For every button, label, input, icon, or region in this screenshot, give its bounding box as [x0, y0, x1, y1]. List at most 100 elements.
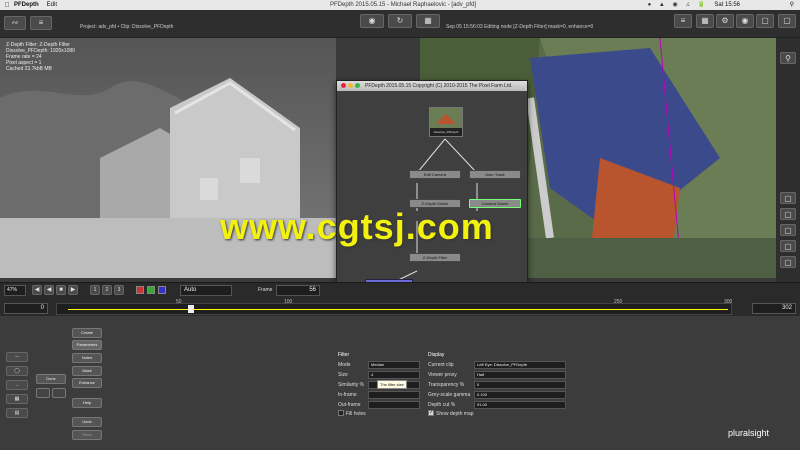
size-field[interactable]: 4 [368, 371, 420, 379]
prev-key-icon[interactable]: ◀ [32, 285, 42, 295]
undo-button[interactable]: Undo [72, 417, 102, 427]
zoom-window-icon[interactable] [355, 83, 360, 88]
view-icon[interactable]: ▢ [780, 208, 796, 220]
fill-holes-checkbox[interactable] [338, 410, 344, 416]
refresh-icon[interactable]: ↻ [388, 14, 412, 28]
clip-label: Project: adv_pfd • Clip: Dissolve_PFDept… [80, 24, 174, 30]
ruler-tick: 250 [614, 299, 623, 305]
size-label: Size [338, 372, 348, 378]
ruler-tick: 100 [284, 299, 293, 305]
pluralsight-logo: pluralsight [728, 428, 770, 438]
node-user-track[interactable]: User Track [469, 170, 521, 179]
zoom-field[interactable]: 47% [4, 285, 26, 296]
red-channel-toggle[interactable] [136, 286, 144, 294]
snapshot-icon[interactable]: ◉ [736, 14, 754, 28]
view-icon[interactable]: ▢ [780, 256, 796, 268]
node-icon[interactable]: ▦ [416, 14, 440, 28]
view-icon[interactable]: ▢ [780, 224, 796, 236]
filter-group-title: Filter [338, 352, 350, 358]
frame-field[interactable]: 56 [276, 285, 320, 296]
mode-dropdown[interactable]: Auto [180, 285, 232, 296]
menu-edit[interactable]: Edit [47, 2, 57, 8]
view-icon[interactable]: ▢ [780, 240, 796, 252]
play-back-icon[interactable]: ◀ [44, 285, 54, 295]
green-channel-toggle[interactable] [147, 286, 155, 294]
mask-button[interactable]: Mask [72, 366, 102, 376]
play-icon[interactable]: ▶ [68, 285, 78, 295]
playhead[interactable] [188, 305, 194, 313]
create-button[interactable]: Create [72, 328, 102, 338]
notes-button[interactable]: Notes [72, 353, 102, 363]
grid-tool-icon[interactable]: ▦ [6, 394, 28, 404]
parameters-button[interactable]: Parameters [72, 340, 102, 350]
step-icon[interactable]: 3 [114, 285, 124, 295]
current-clip-select[interactable]: Left Eye: Dissolve_PFDepth [474, 361, 566, 369]
clock: Sat 15:56 [714, 2, 740, 8]
grid-icon[interactable]: ▦ [696, 14, 714, 28]
apple-icon[interactable]:  [0, 2, 14, 9]
current-clip-label: Current clip [428, 362, 454, 368]
small-button[interactable] [52, 388, 66, 398]
step-icon[interactable]: 1 [90, 285, 100, 295]
gamma-label: Grey-scale gamma [428, 392, 471, 398]
arrow-tool-icon[interactable]: → [6, 380, 28, 390]
timeline-range-bar [68, 309, 728, 310]
viewer-info: Z-Depth Filter: Z-Depth Filter Dissolve_… [6, 42, 75, 72]
node-edit-camera[interactable]: Edit Camera [409, 170, 461, 179]
in-frame-label: In-frame [338, 392, 357, 398]
done-button[interactable]: Done [36, 374, 66, 384]
out-frame-label: Out-frame [338, 402, 361, 408]
small-button[interactable] [36, 388, 50, 398]
settings-icon[interactable]: ⚙ [716, 14, 734, 28]
viewer-proxy-label: Viewer proxy [428, 372, 457, 378]
gamma-field[interactable]: 0.100 [474, 391, 566, 399]
menu-bar:  PFDepth Edit PFDepth 2015.05.15 - Mich… [0, 0, 800, 10]
ruler-tick: 50 [176, 299, 182, 305]
node-graph-icon[interactable]: ∾ [4, 16, 26, 30]
end-frame-field[interactable]: 302 [752, 303, 796, 314]
status-icons: ● ▲ ◉ ♫ 🔋 [647, 2, 708, 8]
in-frame-field[interactable] [368, 391, 420, 399]
out-frame-field[interactable] [368, 401, 420, 409]
node-tool-icon[interactable]: ◯ [6, 366, 28, 376]
slider-tool-icon[interactable]: ─ [6, 352, 28, 362]
help-button[interactable]: Help [72, 398, 102, 408]
zoom-icon[interactable]: ⚲ [780, 52, 796, 64]
frame-label: Frame [258, 287, 273, 293]
node-window-titlebar[interactable]: PFDepth 2015.05.15 Copyright (C) 2010-20… [337, 81, 527, 91]
depth-cut-field[interactable]: 91.00 [474, 401, 566, 409]
step-icon[interactable]: 2 [102, 285, 112, 295]
stop-icon[interactable]: ■ [56, 285, 66, 295]
close-window-icon[interactable] [341, 83, 346, 88]
node-window-title: PFDepth 2015.05.15 Copyright (C) 2010-20… [365, 83, 513, 89]
transparency-field[interactable]: 0 [474, 381, 566, 389]
minimize-window-icon[interactable] [348, 83, 353, 88]
window-title: PFDepth 2015.05.15 - Michael Raphaelovic… [330, 2, 477, 8]
show-depth-label: Show depth map [436, 411, 474, 417]
blue-channel-toggle[interactable] [158, 286, 166, 294]
viewer-proxy-select[interactable]: Half [474, 371, 566, 379]
show-depth-checkbox[interactable]: ✓ [428, 410, 434, 416]
redo-button[interactable]: Redo [72, 430, 102, 440]
menu-app-name[interactable]: PFDepth [14, 2, 39, 8]
timeline: 47% ◀ ◀ ■ ▶ 1 2 3 Auto Frame 56 0 302 50… [0, 282, 800, 316]
spotlight-search-icon[interactable]: ⚲ [790, 1, 794, 8]
enhance-button[interactable]: Enhance [72, 378, 102, 388]
depth-cut-label: Depth cut % [428, 402, 456, 408]
start-frame-field[interactable]: 0 [4, 303, 48, 314]
toolbar: ∾ ≡ Project: adv_pfd • Clip: Dissolve_PF… [0, 10, 800, 38]
ruler-tick: 300 [724, 299, 733, 305]
camera-icon[interactable]: ◉ [360, 14, 384, 28]
close-panel-icon[interactable]: ▢ [778, 14, 796, 28]
stack-tool-icon[interactable]: ▤ [6, 408, 28, 418]
layout-icon[interactable]: ≡ [30, 16, 52, 30]
window-icon[interactable]: ▢ [756, 14, 774, 28]
fill-holes-label: Fill holes [346, 411, 366, 417]
list-icon[interactable]: ≡ [674, 14, 692, 28]
node-label: Dissolve_PFDepth [433, 130, 459, 134]
node-z-depth-filter[interactable]: Z-Depth Filter [409, 253, 461, 262]
source-node[interactable]: Dissolve_PFDepth [429, 107, 463, 137]
view-icon[interactable]: ▢ [780, 192, 796, 204]
transparency-label: Transparency % [428, 382, 465, 388]
mode-select[interactable]: Median [368, 361, 420, 369]
